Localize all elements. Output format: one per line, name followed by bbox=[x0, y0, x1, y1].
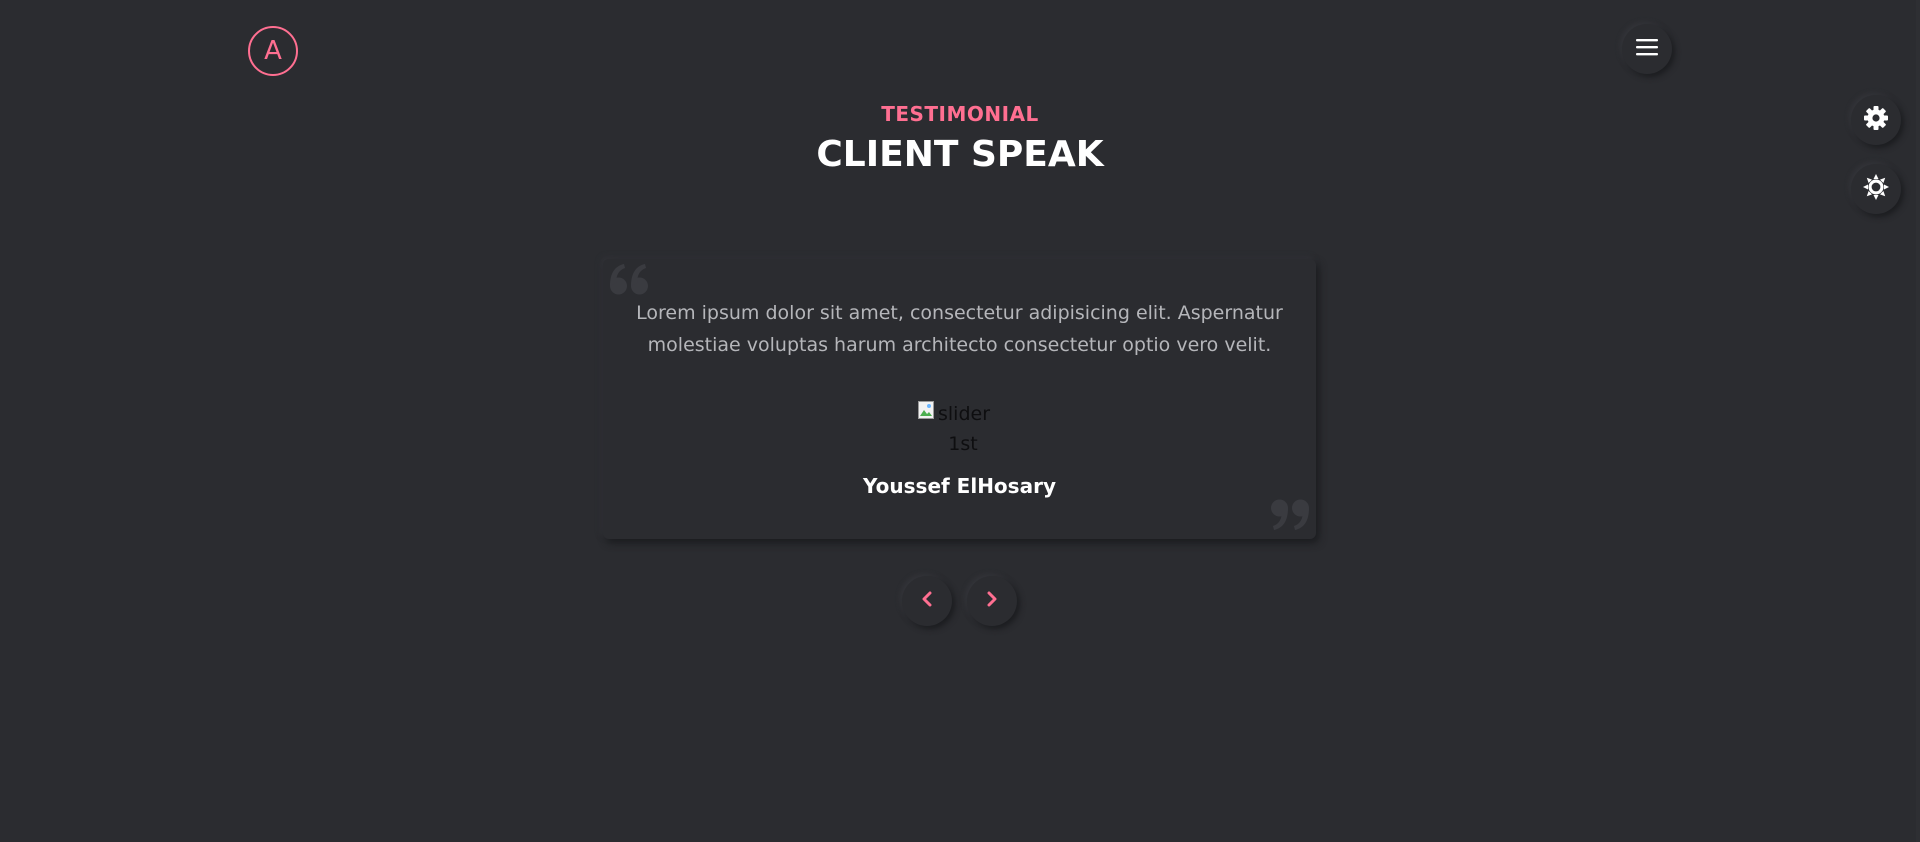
chevron-right-icon bbox=[985, 591, 999, 611]
avatar-alt-line-1: slider bbox=[938, 403, 991, 425]
sun-icon bbox=[1862, 173, 1890, 205]
hamburger-icon bbox=[1636, 37, 1658, 61]
client-name: Youssef ElHosary bbox=[863, 474, 1056, 498]
section-subtitle: TESTIMONIAL bbox=[881, 102, 1039, 126]
scrollbar-edge bbox=[1916, 0, 1920, 842]
logo[interactable]: A bbox=[248, 26, 298, 76]
client-avatar: slider 1st bbox=[915, 399, 1001, 455]
prev-slide-button[interactable] bbox=[902, 576, 952, 626]
quote-close-icon bbox=[1268, 497, 1310, 535]
testimonial-text: Lorem ipsum dolor sit amet, consectetur … bbox=[636, 302, 1283, 356]
logo-letter: A bbox=[264, 36, 282, 66]
chevron-left-icon bbox=[920, 591, 934, 611]
menu-button[interactable] bbox=[1622, 24, 1672, 74]
page: A TESTIMONIAL CLIENT SPEAK Lorem ipsum d… bbox=[0, 0, 1920, 842]
quote-open-icon bbox=[609, 263, 651, 301]
testimonial-card: Lorem ipsum dolor sit amet, consectetur … bbox=[603, 259, 1316, 539]
next-slide-button[interactable] bbox=[967, 576, 1017, 626]
avatar-alt-line-2: 1st bbox=[948, 433, 978, 455]
section-title: CLIENT SPEAK bbox=[816, 134, 1104, 175]
broken-image-icon bbox=[918, 401, 934, 419]
avatar-alt-text: slider 1st bbox=[938, 399, 991, 459]
